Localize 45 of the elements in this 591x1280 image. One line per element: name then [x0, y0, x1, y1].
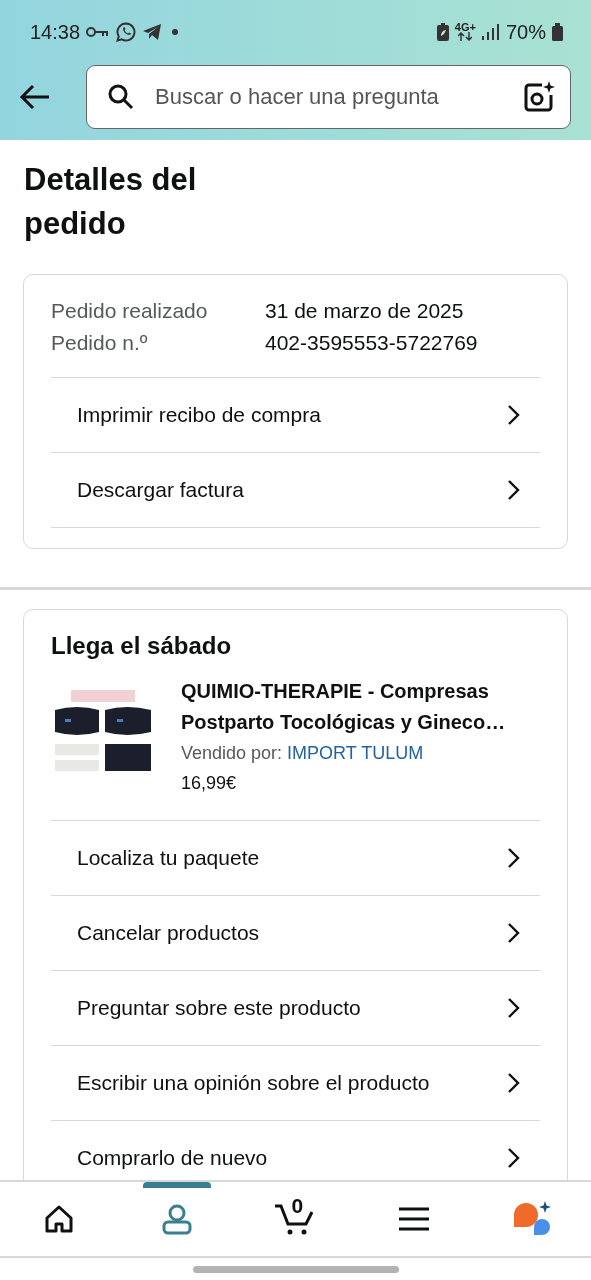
clock-time: 14:38	[30, 20, 81, 44]
action-link[interactable]: Escribir una opinión sobre el producto	[51, 1046, 540, 1120]
chat-bubbles-icon	[511, 1201, 552, 1237]
detail-label: Pedido n.º	[51, 331, 149, 355]
person-icon	[161, 1203, 194, 1235]
data-arrows-icon	[458, 32, 473, 41]
network-type: 4G+	[454, 21, 476, 33]
delivery-heading: Llega el sábado	[51, 631, 233, 661]
product-title[interactable]: QUIMIO-THERAPIE - Compresas Postparto Tocológicas y Gineco…	[181, 676, 540, 738]
chevron-right-icon	[506, 997, 520, 1019]
chevron-right-icon	[506, 479, 520, 501]
search-input[interactable]: Buscar o hacer una pregunta	[153, 83, 504, 111]
detail-value: 31 de marzo de 2025	[265, 299, 465, 323]
action-link[interactable]: Comprarlo de nuevo	[51, 1121, 540, 1180]
chevron-right-icon	[506, 404, 520, 426]
seller-info: Vendido por: IMPORT TULUM	[181, 742, 425, 765]
battery-percent: 70%	[505, 20, 546, 44]
action-link[interactable]: Cancelar productos	[51, 896, 540, 970]
chevron-right-icon	[506, 1147, 520, 1169]
product-price: 16,99€	[181, 772, 238, 795]
battery-saver-icon	[436, 23, 449, 41]
page-title: Detalles del pedido	[23, 161, 198, 243]
signal-icon	[481, 24, 500, 40]
nav-tab[interactable]: 0	[236, 1182, 355, 1256]
search-icon	[107, 83, 135, 111]
detail-value: 402-3595553-5722769	[265, 331, 479, 355]
search-bar[interactable]: Buscar o hacer una pregunta	[86, 65, 571, 129]
cart-count: 0	[291, 1194, 304, 1218]
paper-plane-icon	[142, 23, 163, 41]
chevron-right-icon	[506, 922, 520, 944]
menu-icon	[398, 1207, 429, 1231]
chat-bubble-icon	[116, 22, 137, 42]
selected-tab-indicator	[143, 1182, 212, 1188]
seller-link[interactable]: IMPORT TULUM	[287, 743, 424, 763]
chevron-right-icon	[506, 1072, 520, 1094]
home-icon	[44, 1204, 75, 1234]
action-link[interactable]: Descargar factura	[51, 453, 540, 527]
battery-icon	[552, 23, 563, 41]
detail-label: Pedido realizado	[51, 299, 209, 323]
key-icon	[86, 26, 111, 38]
chevron-right-icon	[506, 847, 520, 869]
action-link[interactable]: Localiza tu paquete	[51, 821, 540, 895]
camera-icon[interactable]	[522, 80, 556, 114]
action-link[interactable]: Imprimir recibo de compra	[51, 378, 540, 452]
action-link[interactable]: Preguntar sobre este producto	[51, 971, 540, 1045]
